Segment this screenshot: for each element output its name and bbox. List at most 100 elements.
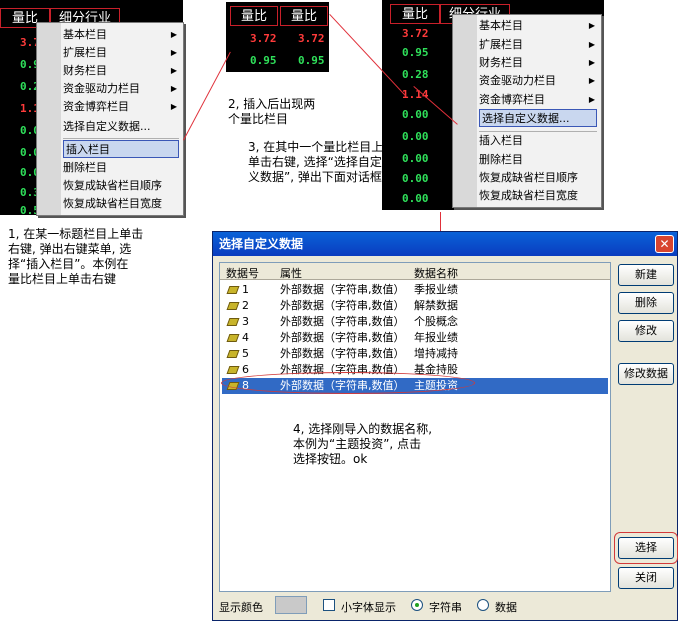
list-item[interactable]: 4 外部数据（字符串,数值） 年报业绩 (222, 330, 608, 346)
menu-item-delete-column[interactable]: 删除栏目 (61, 159, 181, 177)
row-attribute: 外部数据（字符串,数值） (280, 299, 405, 312)
menu-item-label: 扩展栏目 (63, 46, 107, 59)
menu-item-finance-columns[interactable]: 财务栏目 ▶ (61, 62, 181, 80)
row-attribute: 外部数据（字符串,数值） (280, 315, 405, 328)
menu-item-capital-drive-columns[interactable]: 资金驱动力栏目 ▶ (477, 72, 599, 90)
menu-item-restore-order[interactable]: 恢复成缺省栏目顺序 (477, 169, 599, 187)
row-name: 个股概念 (414, 315, 458, 328)
grid-value: 0.28 (402, 68, 429, 81)
close-button[interactable]: 关闭 (618, 567, 674, 589)
step-note-1: 1, 在某一标题栏目上单击 右键, 弹出右键菜单, 选 择“插入栏目”。本例在 … (8, 227, 144, 286)
modify-button[interactable]: 修改 (618, 320, 674, 342)
data-tag-icon (226, 334, 240, 342)
menu-item-label: 资金博弈栏目 (479, 93, 545, 106)
display-color-swatch[interactable] (275, 596, 307, 614)
grid-value: 0.00 (402, 172, 429, 185)
menu-icon-strip (37, 23, 61, 215)
row-id: 2 (242, 299, 249, 312)
menu-item-label: 基本栏目 (63, 28, 107, 41)
context-menu-2: 基本栏目 ▶ 扩展栏目 ▶ 财务栏目 ▶ 资金驱动力栏目 ▶ 资金博弈栏目 ▶ 选择自定义… (452, 14, 602, 208)
menu-item-select-custom-data[interactable]: 选择自定义数据... (479, 109, 597, 127)
new-button[interactable]: 新建 (618, 264, 674, 286)
list-header: 数据号 属性 数据名称 (220, 263, 610, 280)
column-header-data-name[interactable]: 数据名称 (414, 265, 458, 281)
menu-item-delete-column[interactable]: 删除栏目 (477, 151, 599, 169)
grid-value: 0.00 (402, 192, 429, 205)
column-header-data-id[interactable]: 数据号 (226, 265, 259, 281)
modify-data-button[interactable]: 修改数据 (618, 363, 674, 385)
data-tag-icon (226, 286, 240, 294)
number-radio[interactable] (477, 599, 489, 611)
menu-item-basic-columns[interactable]: 基本栏目 ▶ (477, 17, 599, 35)
row-id: 5 (242, 347, 249, 360)
grid-value: 3.72 (402, 27, 429, 40)
list-item[interactable]: 2 外部数据（字符串,数值） 解禁数据 (222, 298, 608, 314)
menu-item-insert-column[interactable]: 插入栏目 (63, 140, 179, 158)
stock-grid-panel-2: 量比 量比 3.72 3.72 0.95 0.95 (226, 2, 329, 72)
submenu-arrow-icon: ▶ (170, 102, 177, 111)
small-font-checkbox[interactable] (323, 599, 335, 611)
menu-item-restore-width[interactable]: 恢复成缺省栏目宽度 (477, 187, 599, 205)
row-id: 3 (242, 315, 249, 328)
menu-item-label: 扩展栏目 (479, 38, 523, 51)
string-radio[interactable] (411, 599, 423, 611)
number-radio-label: 数据 (495, 601, 517, 614)
menu-item-label: 资金驱动力栏目 (479, 74, 556, 87)
menu-item-extended-columns[interactable]: 扩展栏目 ▶ (477, 36, 599, 54)
display-color-label: 显示颜色 (219, 601, 263, 614)
submenu-arrow-icon: ▶ (170, 84, 177, 93)
menu-icon-strip (453, 15, 477, 207)
menu-item-extended-columns[interactable]: 扩展栏目 ▶ (61, 44, 181, 62)
row-attribute: 外部数据（字符串,数值） (280, 283, 405, 296)
grid-value: 0.95 (402, 46, 429, 59)
delete-button[interactable]: 删除 (618, 292, 674, 314)
grid-value: 0.00 (402, 152, 429, 165)
menu-item-restore-width[interactable]: 恢复成缺省栏目宽度 (61, 195, 181, 213)
submenu-arrow-icon: ▶ (588, 95, 595, 104)
column-header-attribute[interactable]: 属性 (280, 265, 302, 281)
close-icon[interactable]: ✕ (655, 235, 674, 253)
data-tag-icon (226, 318, 240, 326)
menu-item-finance-columns[interactable]: 财务栏目 ▶ (477, 54, 599, 72)
menu-item-basic-columns[interactable]: 基本栏目 ▶ (61, 26, 181, 44)
menu-item-capital-drive-columns[interactable]: 资金驱动力栏目 ▶ (61, 80, 181, 98)
annotation-box (614, 532, 678, 564)
grid-value: 0.95 (250, 54, 277, 67)
step-note-3: 3, 在其中一个量比栏目上 单击右键, 选择“选择自定 义数据”, 弹出下面对话… (248, 140, 384, 184)
menu-item-label: 基本栏目 (479, 19, 523, 32)
row-id: 1 (242, 283, 249, 296)
menu-item-capital-game-columns[interactable]: 资金博弈栏目 ▶ (61, 98, 181, 116)
row-attribute: 外部数据（字符串,数值） (280, 347, 405, 360)
submenu-arrow-icon: ▶ (588, 58, 595, 67)
connector-line (183, 51, 231, 141)
column-header-liangbi[interactable]: 量比 (390, 4, 440, 24)
row-id: 4 (242, 331, 249, 344)
column-header-liangbi-1[interactable]: 量比 (230, 6, 278, 26)
list-item[interactable]: 3 外部数据（字符串,数值） 个股概念 (222, 314, 608, 330)
row-attribute: 外部数据（字符串,数值） (280, 331, 405, 344)
dialog-title: 选择自定义数据 (213, 232, 677, 256)
menu-item-insert-column[interactable]: 插入栏目 (477, 132, 599, 150)
submenu-arrow-icon: ▶ (588, 21, 595, 30)
menu-item-label: 资金博弈栏目 (63, 100, 129, 113)
menu-separator (63, 138, 179, 139)
grid-value: 3.72 (250, 32, 277, 45)
annotation-oval (221, 372, 475, 394)
menu-item-label: 财务栏目 (479, 56, 523, 69)
small-font-label: 小字体显示 (341, 601, 396, 614)
grid-value: 0.00 (402, 108, 429, 121)
menu-item-label: 财务栏目 (63, 64, 107, 77)
grid-value: 0.00 (402, 130, 429, 143)
menu-item-restore-order[interactable]: 恢复成缺省栏目顺序 (61, 177, 181, 195)
grid-value: 3.72 (298, 32, 325, 45)
data-tag-icon (226, 366, 240, 374)
menu-item-select-custom-data[interactable]: 选择自定义数据... (61, 118, 181, 136)
submenu-arrow-icon: ▶ (170, 66, 177, 75)
list-item[interactable]: 1 外部数据（字符串,数值） 季报业绩 (222, 282, 608, 298)
data-tag-icon (226, 302, 240, 310)
string-radio-label: 字符串 (429, 601, 462, 614)
list-item[interactable]: 5 外部数据（字符串,数值） 增持减持 (222, 346, 608, 362)
column-header-liangbi-2[interactable]: 量比 (280, 6, 328, 26)
menu-item-capital-game-columns[interactable]: 资金博弈栏目 ▶ (477, 91, 599, 109)
submenu-arrow-icon: ▶ (588, 76, 595, 85)
